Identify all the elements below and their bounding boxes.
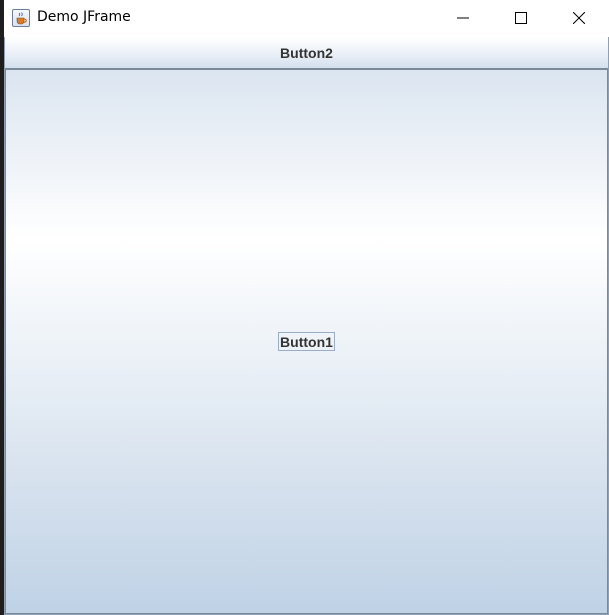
close-icon — [573, 12, 585, 24]
minimize-icon — [457, 17, 469, 19]
app-window: Demo JFrame Button2 Button1 — [4, 0, 609, 615]
java-cup-icon — [12, 9, 30, 27]
close-button[interactable] — [550, 0, 608, 36]
window-title: Demo JFrame — [37, 9, 131, 25]
button2-label: Button2 — [280, 44, 333, 61]
maximize-button[interactable] — [492, 0, 550, 36]
minimize-button[interactable] — [434, 0, 492, 36]
maximize-icon — [515, 12, 527, 24]
button1-label: Button1 — [278, 332, 335, 351]
button2[interactable]: Button2 — [5, 37, 608, 69]
title-bar[interactable]: Demo JFrame — [4, 0, 609, 37]
content-pane: Button2 Button1 — [4, 37, 609, 615]
button1[interactable]: Button1 — [5, 69, 608, 614]
